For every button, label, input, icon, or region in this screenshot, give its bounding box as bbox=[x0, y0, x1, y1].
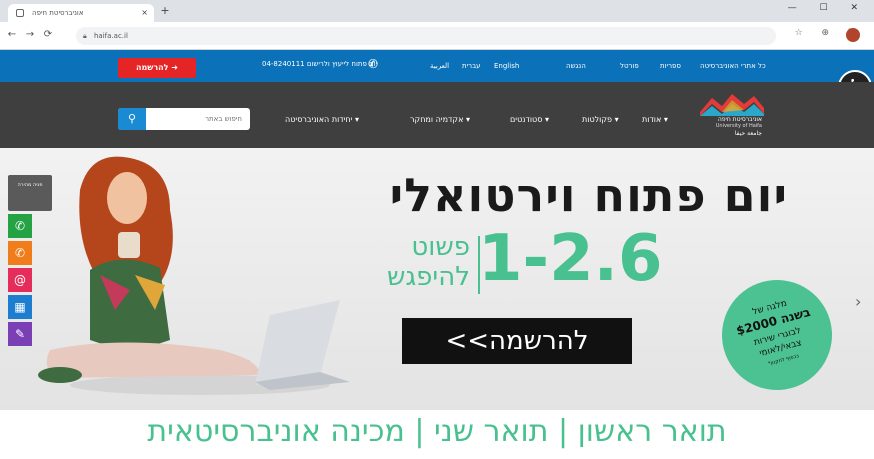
logo-text-arabic: جامعة حيفا bbox=[734, 130, 762, 137]
hero-title: יום פתוח וירטואלי bbox=[389, 168, 788, 222]
nav-item-about[interactable]: ▾ אודות bbox=[642, 115, 668, 124]
email-icon[interactable]: @ bbox=[8, 268, 32, 292]
nav-item-academy-label: אקדמיה ומחקר bbox=[410, 115, 464, 124]
phone-icon[interactable]: ✆ bbox=[368, 57, 378, 71]
favicon-icon bbox=[16, 9, 24, 17]
nav-item-students[interactable]: ▾ סטודנטים bbox=[510, 115, 549, 124]
forward-button[interactable]: → bbox=[24, 29, 36, 40]
search-icon[interactable]: ⚲ bbox=[118, 108, 146, 130]
browser-tab[interactable]: אוניברסיטת חיפה × bbox=[8, 4, 154, 22]
hero-divider bbox=[478, 236, 480, 294]
top-link-libraries[interactable]: ספריות bbox=[660, 62, 681, 70]
register-label: להרשמה bbox=[135, 63, 169, 72]
new-tab-button[interactable]: + bbox=[158, 4, 172, 18]
reload-button[interactable]: ⟳ bbox=[42, 29, 54, 40]
quick-contact-header: פניה מהירה bbox=[8, 175, 52, 211]
whatsapp-icon[interactable]: ✆ bbox=[8, 214, 32, 238]
lock-icon: 🔒︎ bbox=[83, 32, 87, 40]
nav-item-academy[interactable]: ▾ אקדמיה ומחקר bbox=[410, 115, 470, 124]
logo-text-hebrew: אוניברסיטת חיפה bbox=[717, 116, 762, 123]
hero-register-button[interactable]: <<להרשמה bbox=[402, 318, 632, 364]
hero-subtitle-1: פשוט bbox=[411, 232, 470, 262]
arrow-icon: ➜ bbox=[171, 63, 178, 72]
nav-item-units[interactable]: ▾ יחידות האוניברסיטה bbox=[285, 115, 359, 124]
lang-1[interactable]: العربية bbox=[430, 62, 449, 70]
lang-2[interactable]: עברית bbox=[462, 62, 481, 70]
carousel-next-icon[interactable]: › bbox=[855, 292, 861, 311]
profile-avatar[interactable] bbox=[846, 28, 860, 42]
lang-english[interactable]: English bbox=[494, 62, 519, 70]
nav-item-faculties-label: פקולטות bbox=[582, 115, 613, 124]
back-button[interactable]: ← bbox=[6, 29, 18, 40]
hero-dates: 1-2.6 bbox=[478, 222, 663, 296]
nav-item-about-label: אודות bbox=[642, 115, 662, 124]
nav-item-students-label: סטודנטים bbox=[510, 115, 543, 124]
url-field[interactable]: 🔒︎ haifa.ac.il bbox=[76, 27, 776, 45]
programs-text: תואר ראשון | תואר שני | מכינה אוניברסיטא… bbox=[147, 414, 727, 449]
window-controls[interactable]: — ☐ ✕ bbox=[788, 3, 868, 13]
search-input[interactable] bbox=[150, 108, 248, 130]
nav-item-units-label: יחידות האוניברסיטה bbox=[285, 115, 353, 124]
logo-text-english: University of Haifa bbox=[715, 123, 762, 129]
top-link-all-sites[interactable]: כל אתרי האוניברסיטה bbox=[700, 62, 766, 70]
calendar-icon[interactable]: ▦ bbox=[8, 295, 32, 319]
url-text: haifa.ac.il bbox=[94, 32, 128, 40]
tab-title: אוניברסיטת חיפה bbox=[32, 9, 84, 17]
nav-item-faculties[interactable]: ▾ פקולטות bbox=[582, 115, 619, 124]
browser-tab-bar: אוניברסיטת חיפה × + — ☐ ✕ bbox=[0, 0, 874, 22]
phone-call-icon[interactable]: ✆ bbox=[8, 241, 32, 265]
form-icon[interactable]: ✎ bbox=[8, 322, 32, 346]
top-link-access[interactable]: הנגשה bbox=[566, 62, 586, 70]
phone-text: יום פתוח לייעוץ ולרישום 04-8240111 bbox=[262, 60, 378, 68]
tab-close-icon[interactable]: × bbox=[141, 4, 148, 22]
address-bar: ← → ⟳ 🔒︎ haifa.ac.il ☆ ⊕ ☐ bbox=[0, 22, 874, 50]
register-button[interactable]: להרשמה ➜ bbox=[118, 58, 196, 78]
hero-subtitle-2: להיפגש bbox=[387, 262, 470, 292]
top-link-portal[interactable]: פורטל bbox=[620, 62, 639, 70]
